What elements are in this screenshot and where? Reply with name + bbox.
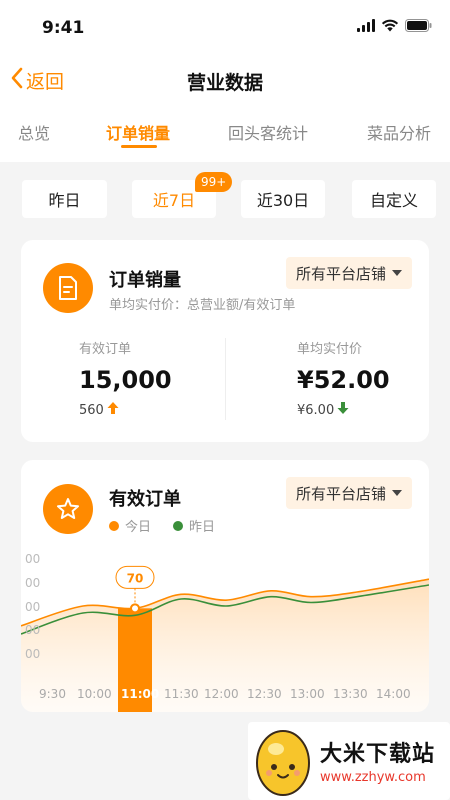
page-title: 营业数据 [186,72,263,94]
wifi-icon [381,19,399,32]
chevron-left-icon [10,66,24,94]
metric-delta-avg-price: ¥6.00 [297,401,349,419]
y-tick-label: 00 [25,552,41,566]
platform-select-label: 所有平台店铺 [295,264,386,283]
watermark-url: www.zzhyw.com [320,770,426,785]
tab-bar: 总览 订单销量 回头客统计 菜品分析 [0,104,450,162]
delta-value: ¥6.00 [297,402,335,418]
status-bar: 9:41 [0,0,450,58]
delta-value: 560 [79,402,104,418]
platform-select[interactable]: 所有平台店铺 [286,257,412,289]
x-tick-label: 10:00 [77,687,112,701]
metric-delta-valid-orders: 560 [79,401,119,419]
metric-value-valid-orders: 15,000 [79,366,172,394]
arrow-down-icon [337,401,349,419]
y-tick-label: 00 [25,600,41,614]
back-label: 返回 [26,70,65,93]
metric-label-avg-price: 单均实付价 [297,342,363,357]
valid-orders-chart-card: 有效订单 所有平台店铺 今日 昨日 70 00 00 00 00 00 9:30… [21,460,429,712]
tab-dish-analysis[interactable]: 菜品分析 [367,120,431,144]
x-tick-label-selected: 11:00 [121,687,160,701]
card-subtitle: 单均实付价：总营业额/有效订单 [109,298,296,313]
y-tick-label: 00 [25,647,41,661]
order-sales-card: 订单销量 单均实付价：总营业额/有效订单 所有平台店铺 有效订单 15,000 … [21,240,429,442]
x-tick-label: 12:00 [204,687,239,701]
back-button[interactable]: 返回 [10,66,64,94]
metric-divider [225,338,226,420]
tab-overview[interactable]: 总览 [18,120,50,144]
metric-value-avg-price: ¥52.00 [297,366,390,394]
tab-order-sales[interactable]: 订单销量 [106,120,170,144]
y-tick-label: 00 [25,623,41,637]
signal-icon [357,19,375,32]
arrow-up-icon [107,401,119,419]
card-title: 订单销量 [109,270,181,291]
mascot-logo [256,730,310,796]
watermark-title: 大米下载站 [320,742,436,767]
active-tab-indicator [121,145,157,148]
caret-down-icon [392,270,402,276]
tooltip-value: 70 [127,571,144,585]
x-tick-label: 11:30 [164,687,199,701]
nav-bar: 返回 营业数据 [0,58,450,104]
x-tick-label: 12:30 [247,687,282,701]
x-tick-label: 13:00 [290,687,325,701]
x-tick-label: 14:00 [376,687,411,701]
x-tick-label: 9:30 [39,687,66,701]
status-icons [357,19,432,32]
status-time: 9:41 [42,18,85,38]
watermark: 大米下载站 www.zzhyw.com [248,722,450,800]
metric-label-valid-orders: 有效订单 [79,342,132,357]
filter-custom[interactable]: 自定义 [352,180,436,218]
line-chart[interactable]: 70 [21,460,429,712]
filter-yesterday[interactable]: 昨日 [22,180,107,218]
date-filter-row: 昨日 近7日 近30日 自定义 99+ [0,162,450,234]
document-icon [43,263,93,313]
y-tick-label: 00 [25,576,41,590]
battery-icon [405,19,432,32]
selected-point [130,603,140,614]
x-tick-label: 13:30 [333,687,368,701]
filter-last-30-days[interactable]: 近30日 [241,180,325,218]
tab-returning-customers[interactable]: 回头客统计 [228,120,308,144]
notification-badge: 99+ [195,172,233,192]
